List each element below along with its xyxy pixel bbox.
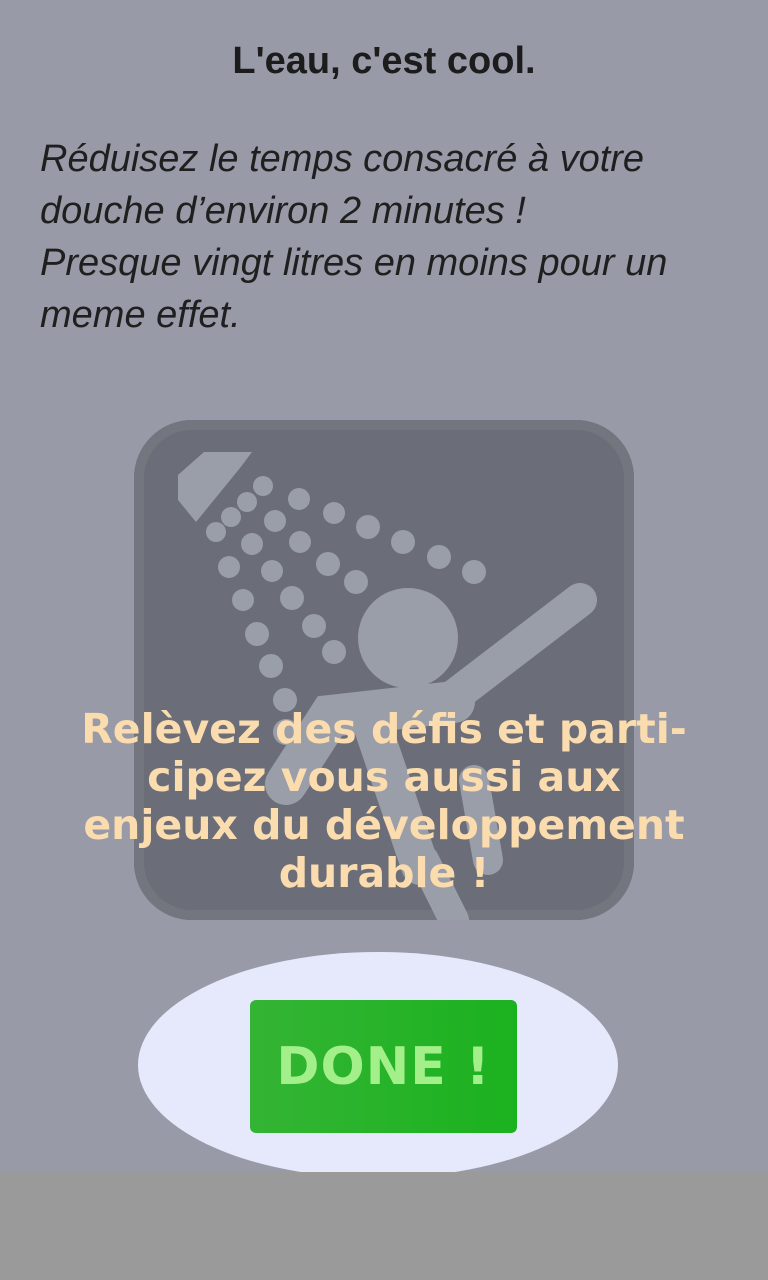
bottom-bar (0, 1172, 768, 1280)
tagline: Relèvez des défis et parti- cipez vous a… (81, 705, 687, 897)
screen: L'eau, c'est cool. Réduisez le temps con… (0, 0, 768, 1178)
page-title: L'eau, c'est cool. (232, 40, 536, 82)
challenge-description: Réduisez le temps consacré à votre douch… (40, 138, 668, 336)
done-button[interactable]: DONE ! (250, 1000, 517, 1133)
